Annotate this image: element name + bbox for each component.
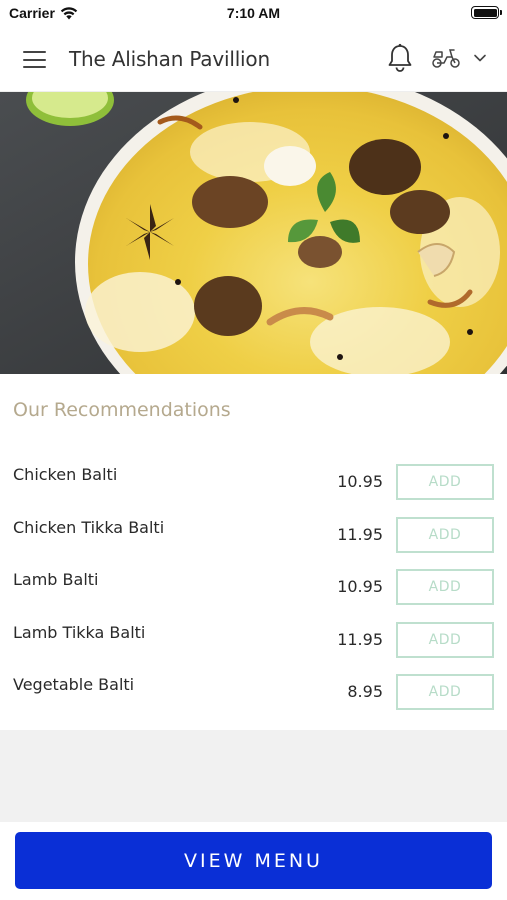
add-button[interactable]: ADD [396, 517, 494, 553]
dish-name: Chicken Tikka Balti [13, 518, 165, 537]
dish-price: 11.95 [337, 630, 383, 649]
recommendations-section: Our Recommendations Chicken Balti 10.95 … [0, 374, 507, 730]
status-bar: Carrier 7:10 AM [0, 0, 507, 26]
restaurant-name: The Alishan Pavillion [69, 47, 270, 71]
biryani-dish-photo [0, 92, 507, 374]
list-item: Vegetable Balti 8.95 ADD [0, 674, 507, 727]
add-button[interactable]: ADD [396, 674, 494, 710]
chevron-down-icon[interactable] [473, 51, 487, 65]
bell-icon[interactable] [386, 43, 414, 73]
list-item: Chicken Tikka Balti 11.95 ADD [0, 517, 507, 570]
dish-name: Lamb Balti [13, 570, 99, 589]
app-header: The Alishan Pavillion [0, 26, 507, 92]
list-item: Lamb Balti 10.95 ADD [0, 569, 507, 622]
status-time: 7:10 AM [226, 5, 281, 21]
add-button[interactable]: ADD [396, 622, 494, 658]
list-item: Chicken Balti 10.95 ADD [0, 464, 507, 517]
dish-price: 8.95 [347, 682, 383, 701]
dish-price: 10.95 [337, 577, 383, 596]
dish-price: 10.95 [337, 472, 383, 491]
dish-name: Lamb Tikka Balti [13, 623, 146, 642]
dish-name: Vegetable Balti [13, 675, 135, 694]
dish-name: Chicken Balti [13, 465, 118, 484]
dish-price: 11.95 [337, 525, 383, 544]
add-button[interactable]: ADD [396, 464, 494, 500]
view-menu-button[interactable]: VIEW MENU [15, 832, 492, 889]
bottom-bar: VIEW MENU [0, 822, 507, 900]
empty-spacer [0, 730, 507, 822]
list-item: Lamb Tikka Balti 11.95 ADD [0, 622, 507, 675]
scooter-icon[interactable] [431, 46, 461, 70]
hero-food-image [0, 92, 507, 374]
menu-icon[interactable] [23, 51, 46, 68]
add-button[interactable]: ADD [396, 569, 494, 605]
recommendations-title: Our Recommendations [13, 399, 231, 421]
battery-icon [471, 6, 502, 19]
